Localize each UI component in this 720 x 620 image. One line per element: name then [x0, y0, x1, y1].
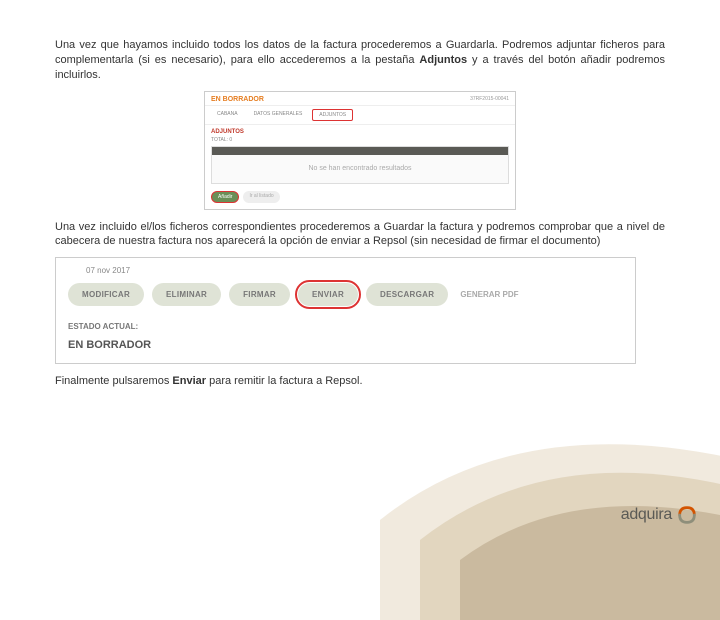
- status-badge: EN BORRADOR: [211, 96, 264, 103]
- tab-cabana[interactable]: CABANA: [211, 109, 244, 121]
- brand-text: adquira: [621, 506, 672, 524]
- total-count: TOTAL: 0: [205, 137, 515, 143]
- screenshot-header-actions: 07 nov 2017 MODIFICAR ELIMINAR FIRMAR EN…: [55, 257, 636, 364]
- descargar-button[interactable]: DESCARGAR: [366, 283, 448, 306]
- firmar-button[interactable]: FIRMAR: [229, 283, 290, 306]
- modificar-button[interactable]: MODIFICAR: [68, 283, 144, 306]
- enviar-button[interactable]: ENVIAR: [298, 283, 358, 306]
- ref-text: 37RF2015-00041: [470, 96, 509, 102]
- action-buttons-row: MODIFICAR ELIMINAR FIRMAR ENVIAR DESCARG…: [68, 283, 623, 306]
- estado-value: EN BORRADOR: [68, 339, 623, 351]
- text: Finalmente pulsaremos: [55, 375, 172, 387]
- screenshot-adjuntos: EN BORRADOR 37RF2015-00041 CABANA DATOS …: [204, 91, 516, 210]
- empty-message: No se han encontrado resultados: [212, 155, 508, 183]
- generar-pdf-link[interactable]: GENERAR PDF: [460, 290, 518, 299]
- eliminar-button[interactable]: ELIMINAR: [152, 283, 221, 306]
- estado-label: ESTADO ACTUAL:: [68, 322, 623, 331]
- brand-icon: [676, 504, 698, 526]
- tabs-row: CABANA DATOS GENERALES ADJUNTOS: [205, 106, 515, 125]
- tab-datos[interactable]: DATOS GENERALES: [248, 109, 309, 121]
- text: para remitir la factura a Repsol.: [206, 375, 363, 387]
- date-text: 07 nov 2017: [86, 266, 623, 275]
- section-title: ADJUNTOS: [205, 125, 515, 137]
- bold-adjuntos: Adjuntos: [419, 54, 467, 66]
- middle-paragraph: Una vez incluido el/los ficheros corresp…: [55, 220, 665, 250]
- intro-paragraph: Una vez que hayamos incluido todos los d…: [55, 38, 665, 83]
- back-button[interactable]: Ir al listado: [243, 191, 279, 203]
- brand-logo: adquira: [621, 504, 698, 526]
- add-button[interactable]: Añadir: [211, 191, 239, 203]
- final-paragraph: Finalmente pulsaremos Enviar para remiti…: [55, 374, 665, 389]
- bold-enviar: Enviar: [172, 375, 206, 387]
- table-header: [212, 147, 508, 155]
- attachments-table: No se han encontrado resultados: [211, 146, 509, 184]
- tab-adjuntos[interactable]: ADJUNTOS: [312, 109, 353, 121]
